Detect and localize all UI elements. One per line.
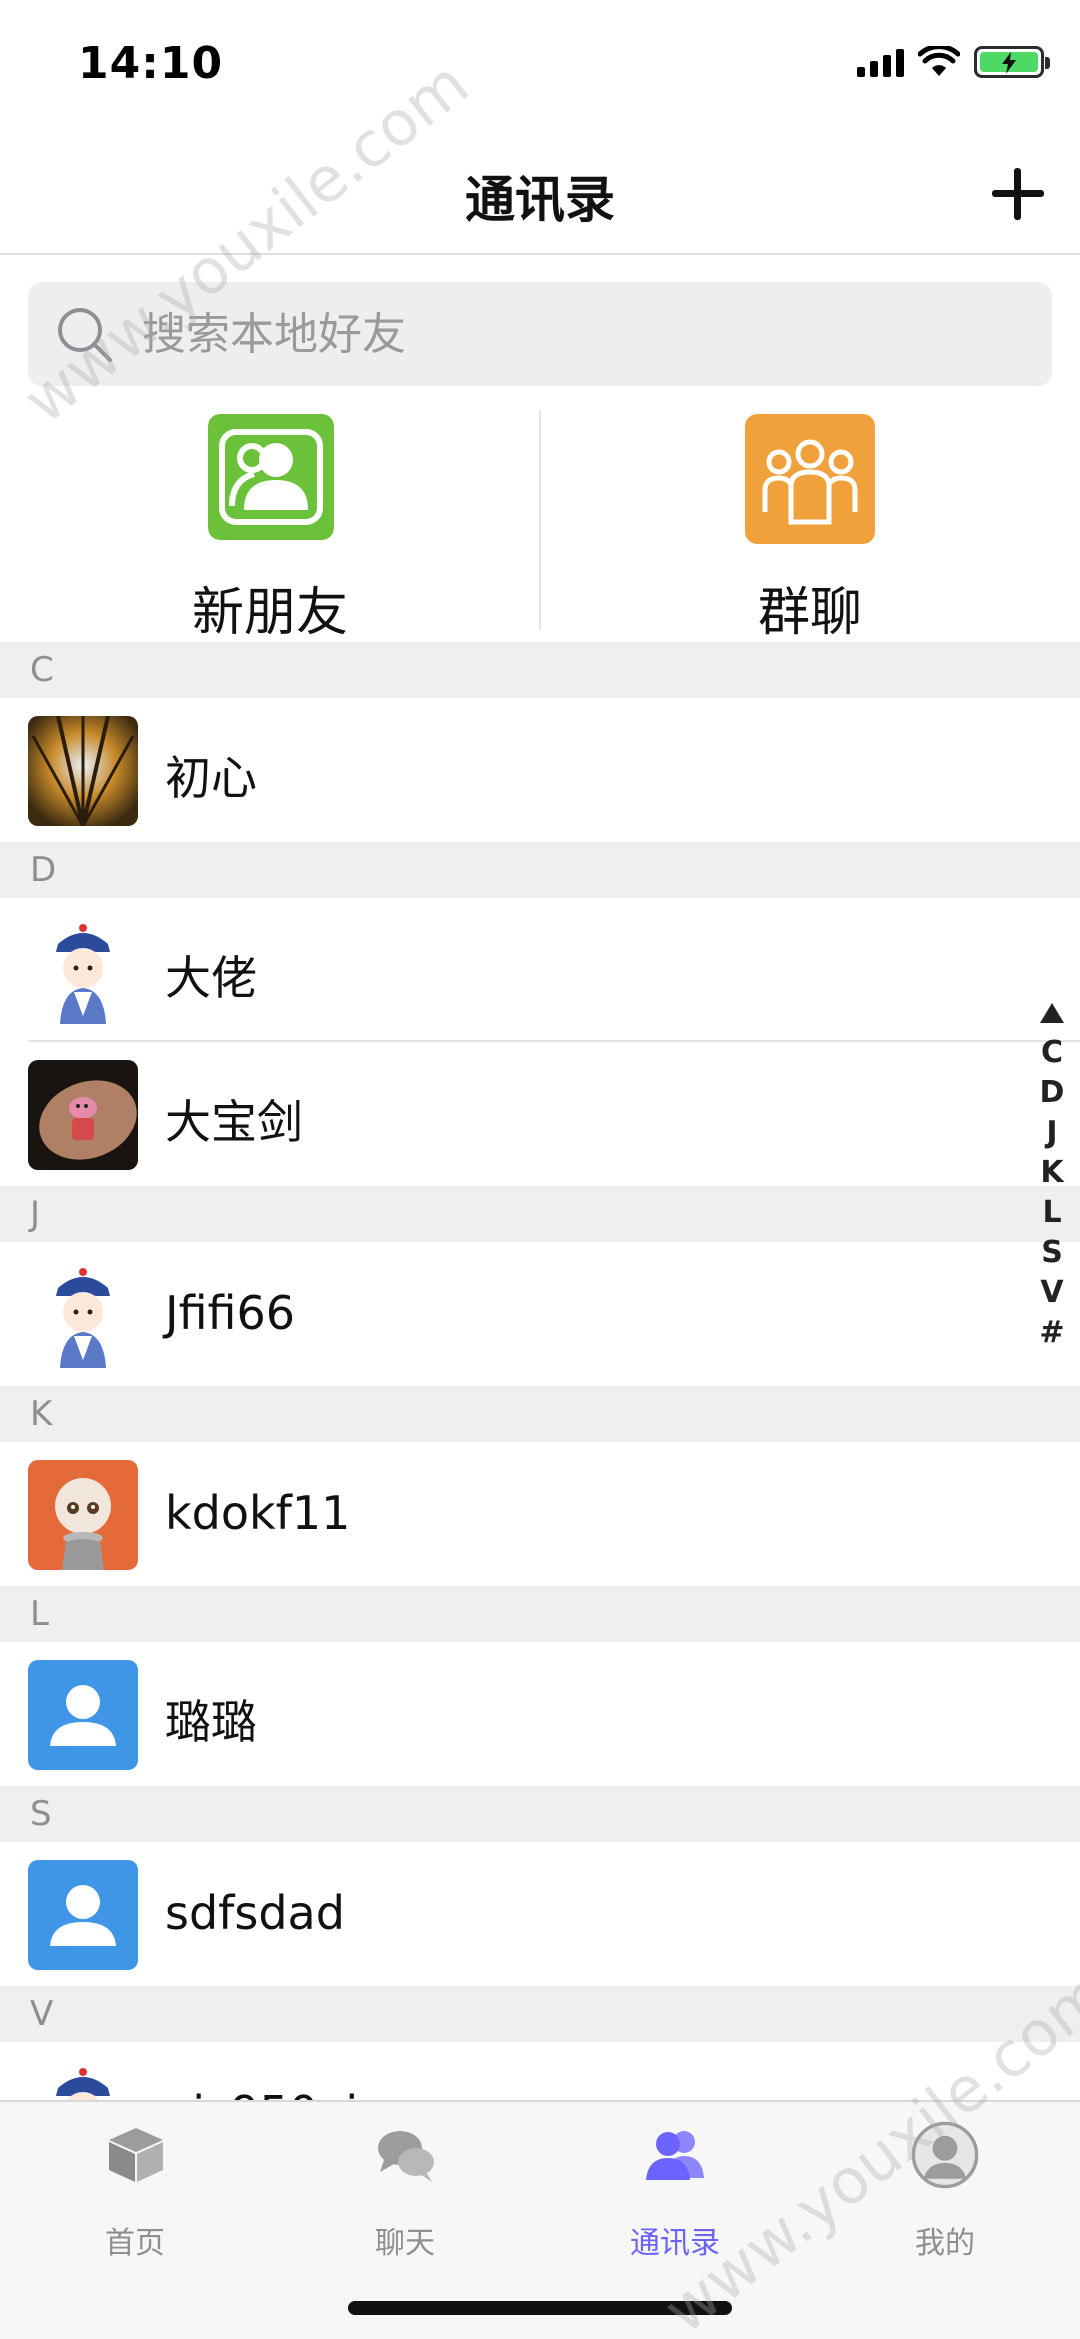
tab-label: 聊天 — [375, 2226, 435, 2261]
section-header-s: S — [0, 1786, 1080, 1842]
index-item[interactable]: C — [1041, 1033, 1063, 1073]
section-header-v: V — [0, 1986, 1080, 2042]
default-user-icon — [28, 1660, 138, 1770]
section-header-j: J — [0, 1186, 1080, 1242]
group-chat-icon — [745, 414, 875, 544]
section-letter: K — [30, 1394, 53, 1434]
contact-name: sdfsdad — [165, 1886, 345, 1940]
contact-row[interactable]: Jfifi66 — [0, 1242, 1080, 1386]
signal-icon — [857, 47, 904, 77]
contact-name: kdokf11 — [165, 1486, 351, 1540]
nav-bar: 通讯录 — [0, 130, 1080, 255]
contact-row[interactable]: 大佬 — [0, 898, 1080, 1042]
status-bar: 14:10 — [0, 0, 1080, 130]
section-letter: S — [30, 1794, 52, 1834]
contact-name: 璐璐 — [165, 1695, 257, 1749]
section-letter: V — [30, 1994, 54, 2034]
section-header-d: D — [0, 842, 1080, 898]
section-header-l: L — [0, 1586, 1080, 1642]
section-letter: L — [30, 1594, 49, 1634]
section-letter: C — [30, 650, 54, 690]
new-friends-label: 新朋友 — [191, 583, 348, 643]
status-icons — [857, 46, 1050, 78]
contact-row[interactable]: 璐璐 — [0, 1642, 1080, 1786]
tab-home[interactable]: 首页 — [0, 2118, 270, 2268]
status-time: 14:10 — [78, 38, 224, 89]
contact-name: 大佬 — [165, 951, 257, 1005]
index-item[interactable]: V — [1040, 1273, 1063, 1313]
contact-name: 初心 — [165, 751, 257, 805]
pig-tattoo-photo-icon — [28, 1060, 138, 1170]
wifi-icon — [918, 46, 960, 76]
avatar — [28, 916, 138, 1026]
index-item[interactable]: J — [1046, 1113, 1057, 1153]
tab-chat[interactable]: 聊天 — [270, 2118, 540, 2268]
index-item[interactable]: K — [1040, 1153, 1063, 1193]
page-title: 通讯录 — [465, 171, 615, 229]
tab-label: 首页 — [105, 2226, 165, 2261]
index-top-arrow-icon[interactable] — [1040, 1003, 1064, 1023]
section-header-k: K — [0, 1386, 1080, 1442]
contact-row[interactable]: 初心 — [0, 698, 1080, 842]
index-item[interactable]: # — [1039, 1313, 1064, 1353]
box-icon — [109, 2128, 163, 2182]
cartoon-official-icon — [28, 916, 138, 1026]
avatar — [28, 1860, 138, 1970]
contact-row[interactable]: kdokf11 — [0, 1442, 1080, 1586]
search-input[interactable] — [142, 308, 942, 360]
shortcuts: 新朋友 群聊 — [0, 400, 1080, 643]
avatar — [28, 1660, 138, 1770]
avatar — [28, 1260, 138, 1370]
group-chat-button[interactable]: 群聊 — [540, 400, 1080, 643]
section-letter: D — [30, 850, 57, 890]
alphabet-index-bar[interactable]: C D J K L S V # — [1032, 995, 1072, 1353]
new-friends-button[interactable]: 新朋友 — [0, 400, 540, 643]
cartoon-official-icon — [28, 1260, 138, 1370]
section-letter: J — [30, 1194, 41, 1234]
group-chat-label: 群聊 — [757, 583, 862, 643]
section-header-c: C — [0, 642, 1080, 698]
forest-photo-icon — [28, 716, 138, 826]
contact-name: Jfifi66 — [165, 1286, 296, 1340]
avatar — [28, 1060, 138, 1170]
default-user-icon — [28, 1860, 138, 1970]
index-item[interactable]: L — [1042, 1193, 1061, 1233]
contact-name: 大宝剑 — [165, 1095, 303, 1149]
contact-row[interactable]: sdfsdad — [0, 1842, 1080, 1986]
avatar — [28, 1460, 138, 1570]
chat-bubbles-icon — [378, 2131, 434, 2182]
cartoon-monk-icon — [28, 1460, 138, 1570]
contacts-icon — [646, 2131, 704, 2180]
avatar — [28, 716, 138, 826]
index-item[interactable]: D — [1040, 1073, 1065, 1113]
index-item[interactable]: S — [1041, 1233, 1063, 1273]
contact-row[interactable]: 大宝剑 — [0, 1042, 1080, 1186]
new-friend-icon — [208, 414, 334, 540]
battery-icon — [974, 46, 1050, 78]
add-button[interactable] — [982, 158, 1052, 228]
